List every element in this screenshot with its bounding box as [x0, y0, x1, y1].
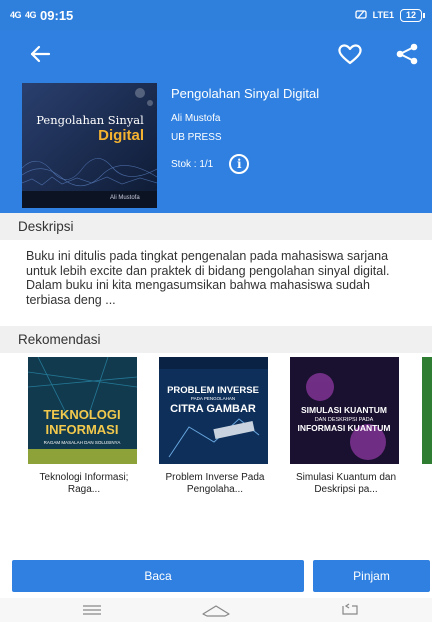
signal-indicator-2: 4G: [25, 10, 37, 20]
description-heading: Deskripsi: [0, 213, 432, 240]
back-button[interactable]: [24, 38, 56, 70]
book-header: Pengolahan Sinyal Digital Ali Mustofa Pe…: [0, 30, 432, 213]
recommendation-label: Simulasi Kuantum dan Deskripsi pa...: [295, 472, 397, 495]
top-action-bar: [0, 30, 432, 78]
read-button[interactable]: Baca: [12, 560, 304, 592]
recommendation-cover-line1: SIMULASI KUANTUM: [301, 405, 387, 415]
recommendation-cover: TEKNOLOGI INFORMASI RAGAM MASALAH DAN SO…: [28, 357, 137, 464]
cover-title: Pengolahan Sinyal: [36, 113, 144, 127]
recommendations-heading: Rekomendasi: [0, 326, 432, 353]
stock-label: Stok : 1/1: [171, 158, 214, 170]
system-navigation-bar: [0, 598, 432, 622]
info-button[interactable]: i: [229, 154, 250, 174]
cover-art: PROBLEM INVERSE PADA PENGOLAHAN CITRA GA…: [159, 357, 268, 464]
borrow-button[interactable]: Pinjam: [313, 560, 430, 592]
bottom-action-bar: Baca Pinjam: [0, 560, 432, 594]
menu-nav-button[interactable]: [72, 598, 112, 622]
book-title: Pengolahan Sinyal Digital: [171, 86, 320, 101]
book-publisher: UB PRESS: [171, 132, 222, 143]
recommendation-cover-line1: PROBLEM INVERSE: [167, 385, 259, 396]
status-bar: 4G 4G 09:15 LTE1 12: [0, 0, 432, 30]
heart-icon: [338, 44, 362, 65]
book-author: Ali Mustofa: [171, 113, 221, 124]
home-nav-button[interactable]: [196, 598, 236, 622]
book-cover: Pengolahan Sinyal Digital Ali Mustofa: [22, 83, 157, 208]
share-icon: [396, 43, 418, 65]
back-nav-button[interactable]: [330, 598, 370, 622]
favorite-button[interactable]: [334, 38, 366, 70]
home-icon: [202, 605, 230, 617]
recommendation-label: Teknologi Informasi; Raga...: [39, 472, 129, 495]
share-button[interactable]: [391, 38, 423, 70]
signal-indicator: 4G: [10, 10, 22, 20]
recommendation-label: Problem Inverse Pada Pengolaha...: [165, 472, 265, 495]
status-time: 09:15: [40, 7, 74, 23]
recommendation-cover-line1: TEKNOLOGI: [43, 407, 120, 422]
recommendation-cover-line3: INFORMASI KUANTUM: [297, 423, 390, 433]
cover-art: [22, 83, 157, 208]
recommendation-list: TEKNOLOGI INFORMASI RAGAM MASALAH DAN SO…: [0, 354, 432, 514]
recommendation-cover-line2: PADA PENGOLAHAN: [191, 396, 235, 401]
book-info: Pengolahan Sinyal Digital Ali Mustofa UB…: [171, 86, 319, 174]
cover-subtitle: Digital: [98, 127, 144, 144]
battery-indicator: 12: [399, 8, 426, 22]
recommendation-cover-line2: INFORMASI: [46, 422, 119, 437]
network-label: LTE1: [372, 10, 394, 20]
cover-art: SIMULASI KUANTUM DAN DESKRIPSI PADA INFO…: [290, 357, 399, 464]
recommendation-cover-line3: RAGAM MASALAH DAN SOLUSINYA: [44, 440, 121, 445]
recommendation-cover-partial: [422, 357, 432, 464]
back-arrow-icon: [30, 45, 51, 63]
back-nav-icon: [342, 603, 358, 615]
stock-row: Stok : 1/1 i: [171, 154, 319, 174]
recommendation-cover: SIMULASI KUANTUM DAN DESKRIPSI PADA INFO…: [290, 357, 399, 464]
cover-author: Ali Mustofa: [110, 195, 140, 201]
recommendation-cover: PROBLEM INVERSE PADA PENGOLAHAN CITRA GA…: [159, 357, 268, 464]
alarm-icon: [354, 8, 367, 22]
recommendation-cover-line3: CITRA GAMBAR: [170, 403, 256, 415]
description-text: Buku ini ditulis pada tingkat pengenalan…: [26, 249, 390, 307]
cover-art: TEKNOLOGI INFORMASI RAGAM MASALAH DAN SO…: [28, 357, 137, 464]
menu-icon: [83, 605, 101, 615]
info-icon: i: [236, 157, 242, 171]
